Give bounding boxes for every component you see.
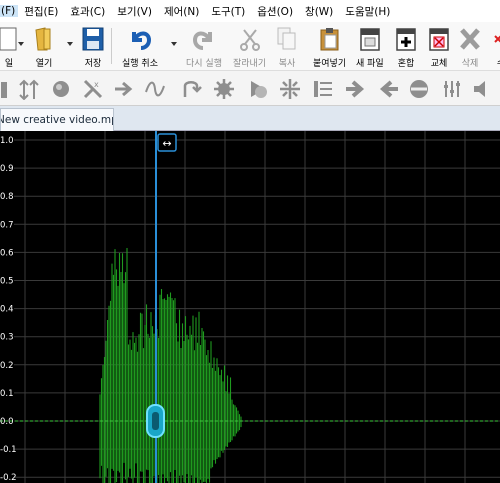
menu-item-4[interactable]: 제어(N): [158, 4, 205, 19]
toolbar-button-label: 다시 실행: [186, 59, 222, 69]
equalizer-icon[interactable]: [312, 78, 334, 100]
shift-icon[interactable]: [113, 78, 135, 100]
y-axis-label: 0.4: [0, 305, 14, 315]
y-axis-label: 0.8: [0, 192, 14, 202]
toolbar-button-label: 일: [4, 59, 14, 69]
menu-item-8[interactable]: 도움말(H): [339, 4, 396, 19]
document-icon: [0, 26, 22, 52]
mix-icon: [393, 26, 419, 52]
menu-item-7[interactable]: 창(W): [299, 4, 339, 19]
toolbar-button-5[interactable]: 잘라내기: [233, 22, 266, 70]
undo-icon: [127, 26, 153, 52]
menu-item-3[interactable]: 보기(V): [111, 4, 158, 19]
toolbar-button-label: 삭제: [461, 59, 479, 69]
speaker-icon[interactable]: [472, 78, 494, 100]
y-axis-label: 0.0: [0, 417, 14, 427]
y-axis-label: -0.1: [0, 445, 17, 455]
noise-icon[interactable]: x: [82, 78, 104, 100]
menu-item-6[interactable]: 옵션(O): [251, 4, 299, 19]
toolbar-button-label: 복사: [278, 59, 296, 69]
open-dropdown-arrow[interactable]: [67, 42, 73, 46]
cut-icon: [237, 26, 263, 52]
fade-icon[interactable]: [50, 78, 72, 100]
toolbar-button-8[interactable]: 새 파일: [356, 22, 384, 70]
toolbar-button-label: 실행 취소: [122, 59, 158, 69]
waveform-canvas[interactable]: ↔ 1.0 0.9 0.8 0.7 0.6 0.5 0.4 0.3 0.2 0.1 0.0 -0.1 -0…: [0, 131, 500, 483]
main-toolbar: 일 열기 저장 실행 취소 다시 실행 잘라내기 복사 붙여넣기 새 파일 혼합 교체 삭제 수: [0, 22, 500, 71]
toolbar-button-label: 잘라내기: [233, 59, 267, 69]
menu-item-5[interactable]: 도구(T): [205, 4, 251, 19]
redo-icon: [191, 26, 217, 52]
y-axis-label: 0.2: [0, 361, 14, 371]
effects-toolbar: x: [0, 71, 500, 106]
amplify-icon[interactable]: [0, 78, 20, 100]
y-axis-label: 0.7: [0, 220, 14, 230]
new-file-icon: [357, 26, 383, 52]
document-tab[interactable]: New creative video.mp4: [0, 108, 114, 131]
toolbar-button-9[interactable]: 혼합: [393, 22, 419, 70]
save-floppy-icon: [80, 26, 106, 52]
y-axis-label: 1.0: [0, 136, 14, 146]
y-axis-label: 0.1: [0, 389, 14, 399]
paste-icon: [317, 26, 343, 52]
gear-icon[interactable]: [213, 78, 235, 100]
selection-marker-inner: [152, 412, 159, 430]
y-axis-label: 0.6: [0, 248, 14, 258]
normalize-icon[interactable]: [18, 78, 40, 101]
mixer-icon[interactable]: [441, 78, 463, 100]
toolbar-button-2[interactable]: 저장: [80, 22, 106, 70]
arrow-right-icon[interactable]: [345, 78, 367, 100]
toolbar-button-0[interactable]: 일: [0, 22, 22, 70]
menu-item-0[interactable]: (F): [0, 5, 19, 17]
arrow-left-icon[interactable]: [377, 78, 399, 100]
toolbar-button-12[interactable]: 수: [488, 22, 500, 70]
trim-icon: [488, 26, 500, 52]
toolbar-button-label: 새 파일: [356, 59, 384, 69]
toolbar-button-11[interactable]: 삭제: [457, 22, 483, 70]
y-axis-label: 0.3: [0, 333, 14, 343]
menu-item-1[interactable]: 편집(E): [18, 4, 64, 19]
toolbar-button-label: 저장: [84, 59, 102, 69]
toolbar-button-label: 혼합: [397, 59, 415, 69]
undo-dropdown-arrow[interactable]: [171, 42, 177, 46]
toolbar-button-label: 붙여넣기: [313, 59, 347, 69]
open-folder-icon: [31, 26, 57, 52]
menu-bar: (F) 편집(E) 효과(C) 보기(V) 제어(N) 도구(T) 옵션(O) 창(W) 도움말…: [0, 0, 500, 23]
toolbar-button-6[interactable]: 복사: [274, 22, 300, 70]
replace-icon: [426, 26, 452, 52]
menu-item-2[interactable]: 효과(C): [64, 4, 111, 19]
reverse-icon[interactable]: [180, 78, 202, 100]
y-axis-label: -0.2: [0, 473, 17, 483]
toolbar-button-4[interactable]: 다시 실행: [186, 22, 222, 70]
toolbar-button-label: 열기: [35, 59, 53, 69]
balance-icon[interactable]: [408, 78, 430, 100]
stretch-icon[interactable]: [279, 78, 301, 100]
y-axis-label: 0.9: [0, 164, 14, 174]
toolbar-button-3[interactable]: 실행 취소: [122, 22, 158, 70]
document-tab-bar: New creative video.mp4: [0, 106, 500, 131]
svg-text:x: x: [94, 80, 99, 89]
toolbar-button-1[interactable]: 열기: [31, 22, 57, 70]
new-dropdown-arrow[interactable]: [18, 42, 24, 46]
y-axis-label: 0.5: [0, 277, 14, 287]
envelope-icon[interactable]: [144, 78, 166, 100]
copy-icon: [274, 26, 300, 52]
cursor-handle-glyph[interactable]: ↔: [162, 137, 171, 150]
compressor-icon[interactable]: [247, 78, 269, 100]
toolbar-button-label: 교체: [430, 59, 448, 69]
document-tab-title: New creative video.mp4: [1, 114, 113, 126]
toolbar-button-7[interactable]: 붙여넣기: [313, 22, 346, 70]
waveform-view[interactable]: ↔ 1.0 0.9 0.8 0.7 0.6 0.5 0.4 0.3 0.2 0.1 0.0 -0.1 -0…: [0, 131, 500, 483]
toolbar-button-10[interactable]: 교체: [426, 22, 452, 70]
delete-icon: [457, 26, 483, 52]
toolbar-separator: [111, 28, 112, 64]
